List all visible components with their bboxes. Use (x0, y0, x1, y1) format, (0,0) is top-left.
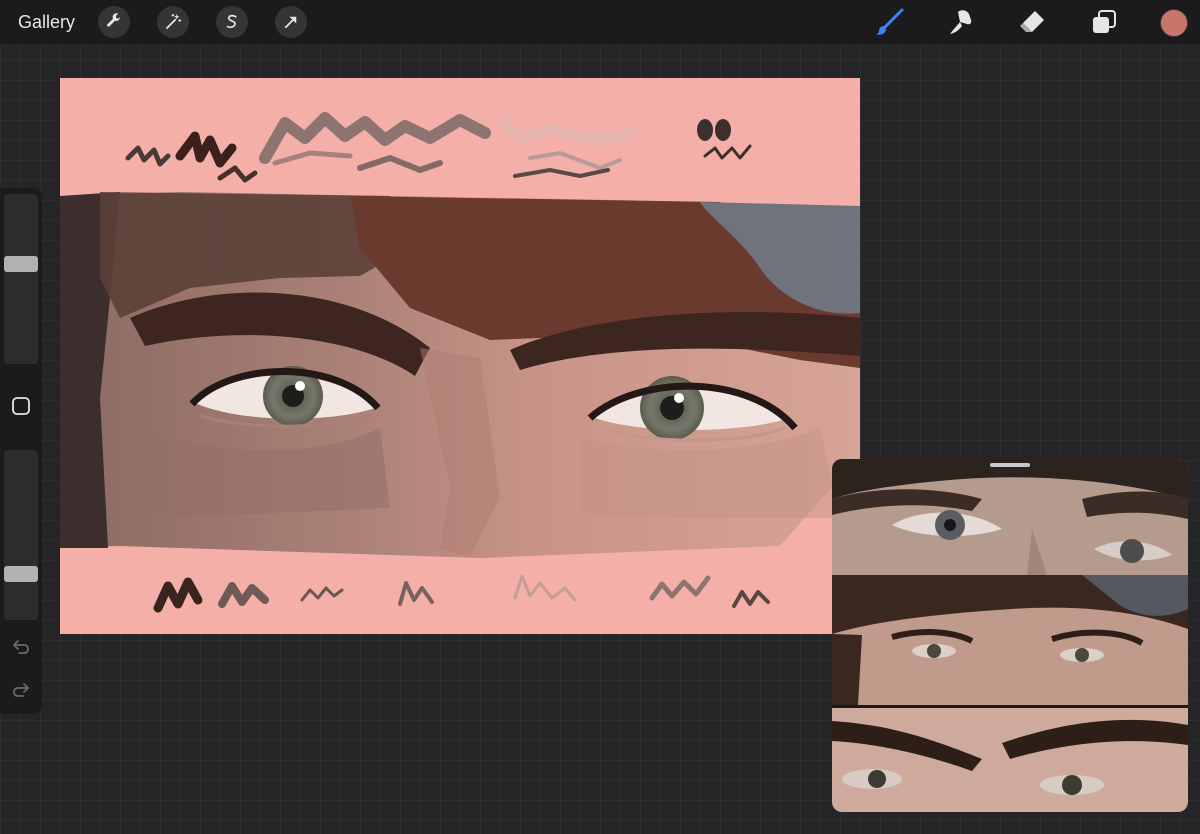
brush-tool-button[interactable] (874, 6, 906, 38)
eraser-icon (1020, 11, 1044, 32)
selection-icon (226, 14, 237, 29)
reference-window[interactable] (832, 459, 1188, 812)
opacity-slider[interactable] (4, 450, 38, 620)
layers-button[interactable] (1088, 6, 1120, 38)
adjustments-button[interactable] (157, 6, 189, 38)
redo-icon (13, 683, 29, 697)
face-painting (60, 192, 860, 558)
brush-icon (876, 8, 904, 35)
brush-size-slider-thumb[interactable] (4, 256, 38, 272)
reference-photo-3 (832, 705, 1188, 812)
color-swatch[interactable] (1160, 9, 1188, 37)
reference-photos (832, 459, 1188, 812)
brush-size-slider[interactable] (4, 194, 38, 364)
gallery-button[interactable]: Gallery (18, 12, 75, 33)
reference-photo-1 (832, 459, 1188, 575)
undo-button[interactable] (11, 637, 31, 657)
magic-wand-icon (166, 13, 182, 29)
actions-button[interactable] (98, 6, 130, 38)
selection-button[interactable] (216, 6, 248, 38)
modify-square-icon (12, 397, 30, 415)
smudge-tool-button[interactable] (945, 6, 977, 38)
reference-photo-2 (832, 575, 1188, 705)
transform-button[interactable] (275, 6, 307, 38)
opacity-slider-thumb[interactable] (4, 566, 38, 582)
eraser-tool-button[interactable] (1016, 6, 1048, 38)
left-sidebar (0, 188, 42, 714)
wrench-icon (107, 13, 121, 27)
undo-icon (13, 640, 29, 654)
modify-button[interactable] (11, 396, 31, 416)
smudge-icon (950, 10, 972, 34)
transform-arrow-icon (284, 16, 297, 29)
layers-icon (1093, 10, 1116, 33)
redo-button[interactable] (11, 680, 31, 700)
drawing-canvas[interactable] (60, 78, 860, 634)
top-toolbar: Gallery (0, 0, 1200, 44)
reference-drag-handle[interactable] (990, 463, 1030, 467)
